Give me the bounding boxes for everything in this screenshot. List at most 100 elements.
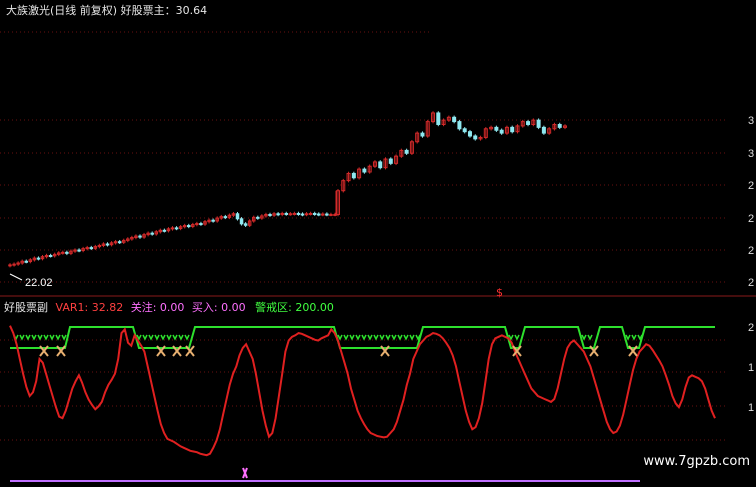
alert-arrow-icon bbox=[184, 334, 190, 341]
focus-value: 0.00 bbox=[159, 301, 185, 314]
candle-down bbox=[223, 216, 228, 219]
alert-arrow-icon bbox=[581, 334, 587, 341]
alert-arrow-icon bbox=[166, 334, 172, 341]
main-header: 大族激光(日线 前复权) 好股票主：30.64 bbox=[6, 4, 207, 17]
candle-down bbox=[174, 227, 179, 230]
candle-down bbox=[117, 241, 122, 244]
candle-down bbox=[296, 212, 301, 215]
alert-arrow-icon bbox=[625, 334, 631, 341]
main-axis-tick: 2 bbox=[748, 277, 754, 289]
alert-arrow-icon bbox=[31, 334, 37, 341]
main-right-axis: 3 3 2 2 2 2 bbox=[748, 115, 754, 289]
chart-canvas: 3 3 2 2 2 2 2 1 1 22.02 $ bbox=[0, 31, 756, 482]
candle-down bbox=[325, 213, 329, 216]
sub-grid bbox=[0, 339, 726, 441]
candle-down bbox=[256, 216, 260, 219]
candle-down bbox=[494, 126, 499, 131]
alert-arrow-icon bbox=[379, 334, 385, 341]
candle-down bbox=[150, 232, 154, 235]
candle-down bbox=[557, 123, 562, 128]
candle-down bbox=[162, 229, 167, 232]
buy-label: 买入: bbox=[191, 301, 218, 314]
main-axis-tick: 2 bbox=[748, 213, 754, 225]
main-axis-tick: 3 bbox=[748, 148, 754, 160]
candle-down bbox=[317, 213, 321, 216]
main-indicator-title: 大族激光(日线 前复权) 好股票主： bbox=[6, 4, 176, 17]
candle-down bbox=[473, 135, 478, 140]
candle-down bbox=[510, 126, 515, 133]
watermark: www.7gpzb.com bbox=[643, 454, 750, 469]
alert-arrow-icon bbox=[514, 334, 520, 341]
candle-up bbox=[308, 212, 313, 215]
candle-down bbox=[276, 213, 280, 216]
var1-value: 32.82 bbox=[91, 301, 124, 314]
candle-down bbox=[65, 251, 69, 254]
low-price-arrow bbox=[9, 273, 23, 281]
alert-arrow-icon bbox=[391, 334, 397, 341]
alert-zone-line bbox=[10, 326, 715, 349]
alert-arrow-icon bbox=[409, 334, 415, 341]
candle-down bbox=[467, 131, 472, 137]
candle-down bbox=[36, 257, 41, 260]
focus-label: 关注: bbox=[130, 301, 157, 314]
main-axis-tick: 2 bbox=[748, 180, 754, 192]
candle-down bbox=[420, 132, 425, 137]
candle-up bbox=[304, 213, 309, 216]
candle-down bbox=[457, 121, 462, 130]
bottom-marker-icon bbox=[242, 467, 248, 479]
alert-arrow-icon bbox=[178, 334, 184, 341]
alert-arrow-icon bbox=[43, 334, 49, 341]
candle-up bbox=[8, 264, 12, 267]
var1-line bbox=[9, 325, 716, 457]
sub-right-axis: 2 1 1 bbox=[748, 322, 754, 414]
alert-value: 200.00 bbox=[295, 301, 334, 314]
candle-down bbox=[312, 212, 317, 215]
alert-arrow-icon bbox=[25, 334, 31, 341]
alert-arrow-icon bbox=[403, 334, 409, 341]
candle-down bbox=[138, 235, 142, 238]
alert-arrow-icon bbox=[337, 334, 343, 341]
bottom-mark: $ bbox=[496, 286, 503, 299]
alert-arrow-icon bbox=[343, 334, 349, 341]
candle-down bbox=[105, 243, 110, 246]
main-indicator-value: 30.64 bbox=[175, 4, 208, 17]
alert-arrow-icon bbox=[349, 334, 355, 341]
candle-down bbox=[351, 172, 356, 179]
alert-arrow-icon bbox=[55, 334, 61, 341]
candle-down bbox=[300, 213, 305, 216]
alert-arrow-icon bbox=[355, 334, 361, 341]
alert-arrow-icon bbox=[61, 334, 67, 341]
sub-name: 好股票副 bbox=[4, 301, 48, 314]
candle-down bbox=[378, 161, 383, 169]
candle-down bbox=[499, 129, 504, 134]
var1-series-line bbox=[9, 325, 716, 457]
alert-arrow-icon bbox=[631, 334, 637, 341]
candle-down bbox=[235, 213, 240, 220]
candle-down bbox=[388, 158, 393, 164]
candle-down bbox=[243, 223, 248, 226]
alert-arrow-icon bbox=[172, 334, 178, 341]
buy-markers bbox=[39, 345, 638, 479]
candle-down bbox=[211, 219, 215, 222]
candle-down bbox=[436, 112, 441, 125]
alert-arrow-icon bbox=[142, 334, 148, 341]
alert-arrow-icon bbox=[154, 334, 160, 341]
candle-down bbox=[452, 116, 457, 123]
candlestick-series bbox=[8, 111, 567, 268]
candle-down bbox=[239, 218, 244, 225]
alert-arrow-icon bbox=[148, 334, 154, 341]
candle-down bbox=[362, 168, 367, 173]
candle-up bbox=[12, 263, 16, 266]
candle-down bbox=[541, 126, 546, 134]
candle-down bbox=[89, 247, 93, 250]
alert-arrow-icon bbox=[160, 334, 166, 341]
candle-down bbox=[77, 249, 81, 252]
sub-axis-tick: 2 bbox=[748, 322, 754, 334]
candle-up bbox=[333, 213, 337, 216]
low-price-label: 22.02 bbox=[25, 277, 53, 289]
candle-down bbox=[199, 223, 203, 226]
alert-arrow-icon bbox=[19, 334, 25, 341]
var1-label: VAR1: bbox=[55, 301, 89, 314]
main-axis-tick: 2 bbox=[748, 245, 754, 257]
candle-down bbox=[404, 149, 409, 154]
